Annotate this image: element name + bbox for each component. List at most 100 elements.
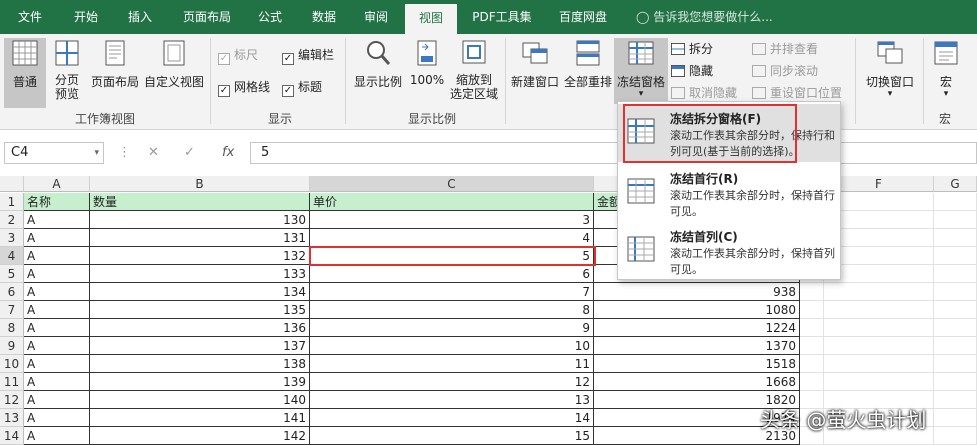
cell-quantity[interactable]: 138	[90, 355, 310, 373]
empty-cell[interactable]	[934, 265, 977, 283]
cell-quantity[interactable]: 142	[90, 427, 310, 445]
cancel-icon[interactable]: ✕	[148, 142, 159, 164]
formula-bar-checkbox[interactable]: ✓ 编辑栏	[282, 46, 334, 65]
tab-data[interactable]: 数据	[302, 0, 346, 34]
cell-unit-price[interactable]: 10	[310, 337, 594, 355]
column-header-b[interactable]: B	[90, 176, 310, 192]
cell-name[interactable]: A	[24, 247, 90, 265]
cell-unit-price[interactable]: 8	[310, 301, 594, 319]
row-header[interactable]: 4	[0, 247, 24, 265]
cell-quantity[interactable]: 131	[90, 229, 310, 247]
cell-name[interactable]: A	[24, 211, 90, 229]
formula-input[interactable]: 5	[250, 142, 977, 164]
cell-name[interactable]: A	[24, 319, 90, 337]
header-cell-unit-price[interactable]: 单价	[310, 193, 594, 211]
cell-amount[interactable]: 1668	[594, 373, 800, 391]
cell-unit-price[interactable]: 4	[310, 229, 594, 247]
header-cell-quantity[interactable]: 数量	[90, 193, 310, 211]
empty-cell[interactable]	[800, 301, 824, 319]
zoom-to-selection-button[interactable]: 缩放到 选定区域	[446, 38, 502, 108]
empty-cell[interactable]	[934, 337, 977, 355]
row-header[interactable]: 7	[0, 301, 24, 319]
insert-function-icon[interactable]: fx	[222, 142, 234, 164]
row-header[interactable]: 1	[0, 193, 24, 211]
new-window-button[interactable]: 新建窗口	[508, 38, 562, 108]
cell-quantity[interactable]: 140	[90, 391, 310, 409]
cell-name[interactable]: A	[24, 427, 90, 445]
cell-unit-price[interactable]: 15	[310, 427, 594, 445]
empty-cell[interactable]	[800, 283, 824, 301]
empty-cell[interactable]	[934, 319, 977, 337]
cell-quantity[interactable]: 133	[90, 265, 310, 283]
cell-name[interactable]: A	[24, 409, 90, 427]
tab-file[interactable]: 文件	[8, 0, 52, 34]
name-box[interactable]: C4 ▾	[4, 142, 104, 164]
split-button[interactable]: 拆分	[671, 40, 713, 58]
tell-me-search[interactable]: ◯ 告诉我您想要做什么...	[636, 0, 773, 34]
cell-quantity[interactable]: 136	[90, 319, 310, 337]
cell-unit-price[interactable]: 12	[310, 373, 594, 391]
normal-view-button[interactable]: 普通	[4, 38, 46, 108]
row-header[interactable]: 8	[0, 319, 24, 337]
cell-amount[interactable]: 1224	[594, 319, 800, 337]
hide-button[interactable]: 隐藏	[671, 62, 713, 80]
cell-amount[interactable]: 1370	[594, 337, 800, 355]
enter-icon[interactable]: ✓	[184, 142, 195, 164]
cell-quantity[interactable]: 130	[90, 211, 310, 229]
view-side-by-side-button[interactable]: 并排查看	[752, 40, 818, 58]
empty-cell[interactable]	[800, 319, 824, 337]
cell-name[interactable]: A	[24, 229, 90, 247]
tab-pdf-tools[interactable]: PDF工具集	[462, 0, 542, 34]
page-layout-view-button[interactable]: 页面布局	[88, 38, 142, 108]
cell-unit-price[interactable]: 13	[310, 391, 594, 409]
tab-page-layout[interactable]: 页面布局	[176, 0, 238, 34]
tab-home[interactable]: 开始	[64, 0, 108, 34]
cell-name[interactable]: A	[24, 283, 90, 301]
cell-amount[interactable]: 1080	[594, 301, 800, 319]
cell-unit-price[interactable]: 7	[310, 283, 594, 301]
cell-name[interactable]: A	[24, 373, 90, 391]
column-header-g[interactable]: G	[934, 176, 977, 192]
unhide-button[interactable]: 取消隐藏	[671, 84, 737, 102]
row-header[interactable]: 10	[0, 355, 24, 373]
cell-quantity[interactable]: 141	[90, 409, 310, 427]
row-header[interactable]: 9	[0, 337, 24, 355]
column-header-c[interactable]: C	[310, 176, 594, 192]
cell-amount[interactable]: 938	[594, 283, 800, 301]
tab-view[interactable]: 视图	[405, 4, 457, 34]
cell-quantity[interactable]: 137	[90, 337, 310, 355]
ruler-checkbox[interactable]: ✓ 标尺	[218, 46, 258, 65]
tab-formulas[interactable]: 公式	[248, 0, 292, 34]
empty-cell[interactable]	[934, 247, 977, 265]
tab-review[interactable]: 审阅	[354, 0, 398, 34]
cell-name[interactable]: A	[24, 265, 90, 283]
macros-button[interactable]: 宏 ▾	[926, 38, 966, 108]
row-header[interactable]: 11	[0, 373, 24, 391]
empty-cell[interactable]	[934, 193, 977, 211]
switch-windows-button[interactable]: 切换窗口 ▾	[860, 38, 920, 108]
empty-cell[interactable]	[934, 391, 977, 409]
freeze-panes-button[interactable]: 冻结窗格 ▾	[614, 38, 668, 104]
empty-cell[interactable]	[934, 229, 977, 247]
empty-cell[interactable]	[824, 355, 934, 373]
cell-unit-price[interactable]: 9	[310, 319, 594, 337]
cell-quantity[interactable]: 139	[90, 373, 310, 391]
column-header-a[interactable]: A	[24, 176, 90, 192]
cell-unit-price[interactable]: 14	[310, 409, 594, 427]
cell-name[interactable]: A	[24, 337, 90, 355]
tab-insert[interactable]: 插入	[118, 0, 162, 34]
row-header[interactable]: 3	[0, 229, 24, 247]
empty-cell[interactable]	[934, 409, 977, 427]
freeze-top-row-option[interactable]: 冻结首行(R) 滚动工作表其余部分时，保持首行可见。	[618, 164, 840, 222]
arrange-all-button[interactable]: 全部重排	[562, 38, 614, 108]
row-header[interactable]: 6	[0, 283, 24, 301]
cell-name[interactable]: A	[24, 391, 90, 409]
zoom-100-button[interactable]: 100%	[408, 38, 446, 108]
row-header[interactable]: 2	[0, 211, 24, 229]
empty-cell[interactable]	[824, 337, 934, 355]
cell-unit-price[interactable]: 3	[310, 211, 594, 229]
zoom-button[interactable]: 显示比例	[350, 38, 406, 108]
empty-cell[interactable]	[934, 283, 977, 301]
empty-cell[interactable]	[824, 283, 934, 301]
empty-cell[interactable]	[934, 355, 977, 373]
